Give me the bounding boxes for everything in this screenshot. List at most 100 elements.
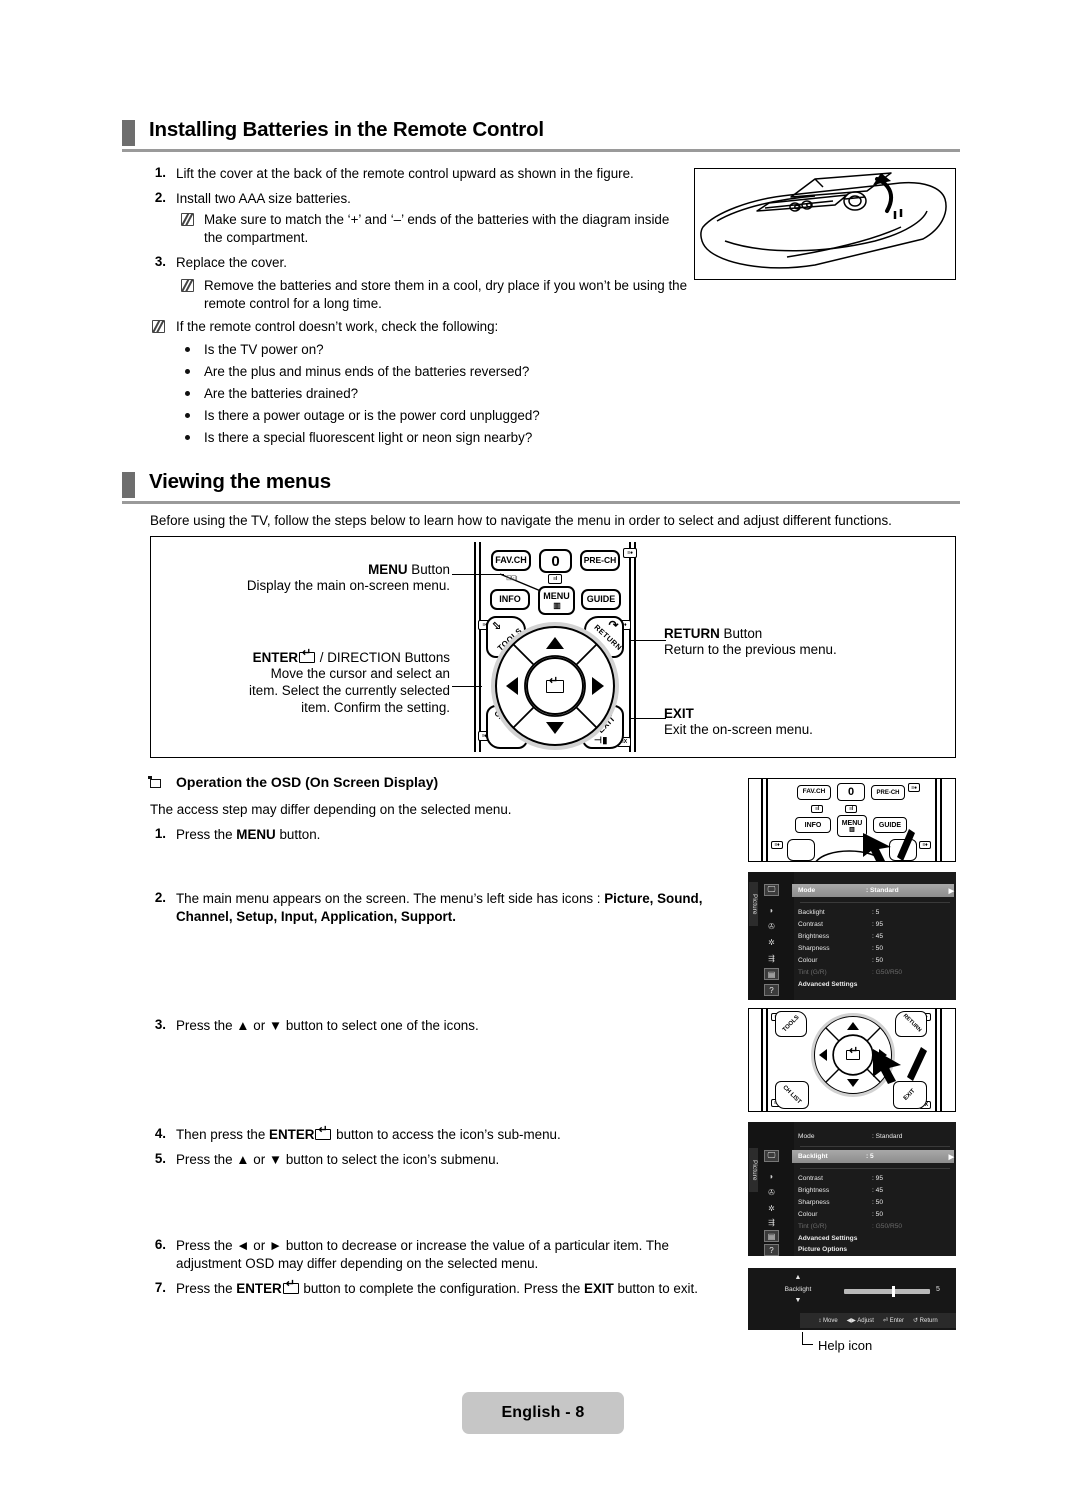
step-text-bold: MENU — [236, 827, 276, 842]
osd-row-label: Advanced Settings — [798, 1235, 858, 1242]
osd-row-mode[interactable]: Mode : Standard ▶ — [792, 884, 954, 897]
osd-row-mode[interactable]: Mode : Standard — [798, 1130, 952, 1143]
mini-remote-button-favch[interactable]: FAV.CH — [797, 785, 831, 800]
osd-row-value: : 50 — [872, 1211, 883, 1218]
adjust-slider-track[interactable] — [844, 1289, 930, 1294]
adjust-down-arrow-icon[interactable]: ▼ — [768, 1297, 828, 1304]
note-text: Make sure to match the ‘+’ and ‘–’ ends … — [204, 212, 670, 245]
remote-edge-right — [940, 1009, 942, 1111]
step-number: 4. — [154, 1126, 166, 1141]
step-text: The main menu appears on the screen. The… — [176, 890, 730, 925]
mini-remote-button-chlist-label: CH LIST — [781, 1084, 803, 1106]
checklist-item: Is there a special fluorescent light or … — [204, 430, 533, 445]
move-icon: ↕ — [818, 1317, 822, 1324]
osd-divider — [800, 1146, 950, 1147]
step-text: Press the ENTER button to complete the c… — [176, 1279, 746, 1298]
osd-row-value: : 45 — [872, 933, 883, 940]
osd-row-label: Tint (G/R) — [798, 1223, 827, 1230]
osd-row-label: Sharpness — [798, 1199, 830, 1206]
osd-panel-picture-mode: Picture 🖵 ◗ ✇ ✲ ⇶ ▤ ? Mode : Standard ▶ … — [748, 872, 956, 1000]
osd-panel-picture-backlight: Picture 🖵 ◗ ✇ ✲ ⇶ ▤ ? Mode : Standard Ba… — [748, 1122, 956, 1256]
dpad-left-button[interactable] — [506, 677, 518, 695]
help-item-enter[interactable]: ⏎ Enter — [883, 1317, 904, 1324]
remote-button-prech[interactable]: PRE-CH — [580, 550, 620, 571]
step-text: Replace the cover. — [176, 255, 287, 270]
remote-button-menu[interactable]: MENU ▥ — [538, 586, 575, 615]
adjust-up-arrow-icon[interactable]: ▲ — [768, 1274, 828, 1281]
help-icon-callout-label: Help icon — [818, 1338, 873, 1353]
bullet-icon — [185, 347, 190, 352]
osd-row-label: Tint (G/R) — [798, 969, 827, 976]
mini-remote-dpad-figure: ≡♦ ≡♦ ≡◆ ≡X TOOLS RETURN CH LIST EXIT — [748, 1008, 956, 1112]
remote-side-tag-icon: ≡I — [811, 805, 823, 813]
step-text: Press the ▲ or ▼ button to select one of… — [176, 1018, 479, 1033]
osd-row-value: : Standard — [866, 887, 899, 894]
page-subtitle: Viewing the menus — [149, 470, 331, 493]
dpad-right-button[interactable] — [592, 677, 604, 695]
mini-remote-menu-figure: FAV.CH 0 PRE-CH ≡● ≡I ≡I INFO MENU ▥ GUI… — [748, 778, 956, 862]
osd-row-label: Colour — [798, 957, 818, 964]
osd-row-backlight[interactable]: Backlight : 5 ▶ — [792, 1150, 954, 1163]
mini-remote-button-chlist[interactable]: CH LIST — [775, 1081, 809, 1109]
callout-enter: ENTER / DIRECTION Buttons Move the curso… — [178, 648, 450, 716]
mini-remote-button-info[interactable]: INFO — [795, 817, 831, 833]
help-item-move[interactable]: ↕ Move — [818, 1318, 837, 1324]
remote-button-guide[interactable]: GUIDE — [581, 589, 621, 610]
callout-exit-desc: Exit the on-screen menu. — [664, 722, 813, 737]
osd-row-value: : Standard — [872, 1133, 903, 1140]
enter-key-icon — [315, 1125, 332, 1140]
dpad-up-button[interactable] — [546, 637, 564, 649]
callout-menu-desc: Display the main on-screen menu. — [246, 578, 450, 593]
osd-row-label: Backlight — [798, 1153, 828, 1160]
help-item-return[interactable]: ↺ Return — [913, 1317, 938, 1324]
remote-menu-tag-icon: ≡I — [548, 574, 562, 584]
remote-edge-left-inner — [766, 1009, 768, 1111]
remote-edge-left — [761, 779, 763, 861]
remote-button-favch[interactable]: FAV.CH — [491, 550, 531, 571]
mini-remote-button-prech[interactable]: PRE-CH — [871, 785, 905, 800]
dpad-enter-button[interactable] — [526, 657, 584, 715]
note-text: Remove the batteries and store them in a… — [204, 278, 688, 311]
mini-dpad-left-button[interactable] — [819, 1049, 827, 1061]
subheading-bullet-icon — [148, 776, 161, 788]
callout-menu: MENU Button Display the main on-screen m… — [200, 562, 450, 594]
adjust-slider-knob[interactable] — [892, 1286, 895, 1297]
step-text-post: button to exit. — [613, 1281, 698, 1296]
osd-icon-setup: ✲ — [768, 1203, 775, 1213]
mini-remote-button-zero[interactable]: 0 — [837, 783, 865, 801]
osd-icon-application: ▤ — [764, 968, 779, 980]
mini-dpad-up-button[interactable] — [847, 1022, 859, 1030]
osd-row-label: Backlight — [798, 909, 825, 916]
step-number: 3. — [154, 254, 166, 269]
mini-dpad-down-button[interactable] — [847, 1079, 859, 1087]
osd-row-value: : 5 — [866, 1153, 874, 1160]
callout-return-title-bold: RETURN — [664, 626, 720, 641]
mini-remote-button-return[interactable]: RETURN — [895, 1011, 927, 1037]
osd-help-bar: ↕ Move ◀▶ Adjust ⏎ Enter ↺ Return — [800, 1313, 956, 1328]
mini-dpad-enter-button[interactable] — [833, 1035, 873, 1075]
step-text-post: button to access the icon’s sub-menu. — [332, 1127, 561, 1142]
osd-icon-picture: 🖵 — [764, 1150, 779, 1162]
mini-remote-button-tools[interactable]: TOOLS — [775, 1011, 807, 1037]
checklist-item: Are the plus and minus ends of the batte… — [204, 364, 530, 379]
dpad-down-button[interactable] — [546, 722, 564, 734]
remote-button-zero[interactable]: 0 — [539, 549, 572, 573]
osd-icon-sound: ◗ — [769, 905, 774, 915]
help-item-adjust[interactable]: ◀▶ Adjust — [847, 1317, 874, 1324]
callout-enter-desc-2: item. Select the currently selected — [249, 683, 450, 698]
osd-icon-application: ▤ — [764, 1230, 779, 1242]
osd-icon-input: ⇶ — [768, 1217, 775, 1227]
step-text-pre: Press the — [176, 827, 237, 842]
heading-rule — [122, 149, 960, 152]
osd-row-advanced-settings[interactable]: Advanced Settings — [798, 978, 952, 991]
mini-remote-button-exit[interactable]: EXIT — [893, 1081, 927, 1109]
osd-icon-picture: 🖵 — [764, 884, 779, 896]
bullet-icon — [185, 413, 190, 418]
osd-row-picture-options[interactable]: Picture Options — [798, 1243, 952, 1256]
remote-button-info[interactable]: INFO — [490, 589, 530, 610]
chevron-right-icon: ▶ — [948, 1153, 954, 1161]
osd-subheading: Operation the OSD (On Screen Display) — [176, 774, 439, 790]
osd-row-label: Mode — [798, 887, 816, 894]
osd-row-value: : G50/R50 — [872, 1223, 903, 1230]
osd-divider — [800, 1168, 950, 1169]
